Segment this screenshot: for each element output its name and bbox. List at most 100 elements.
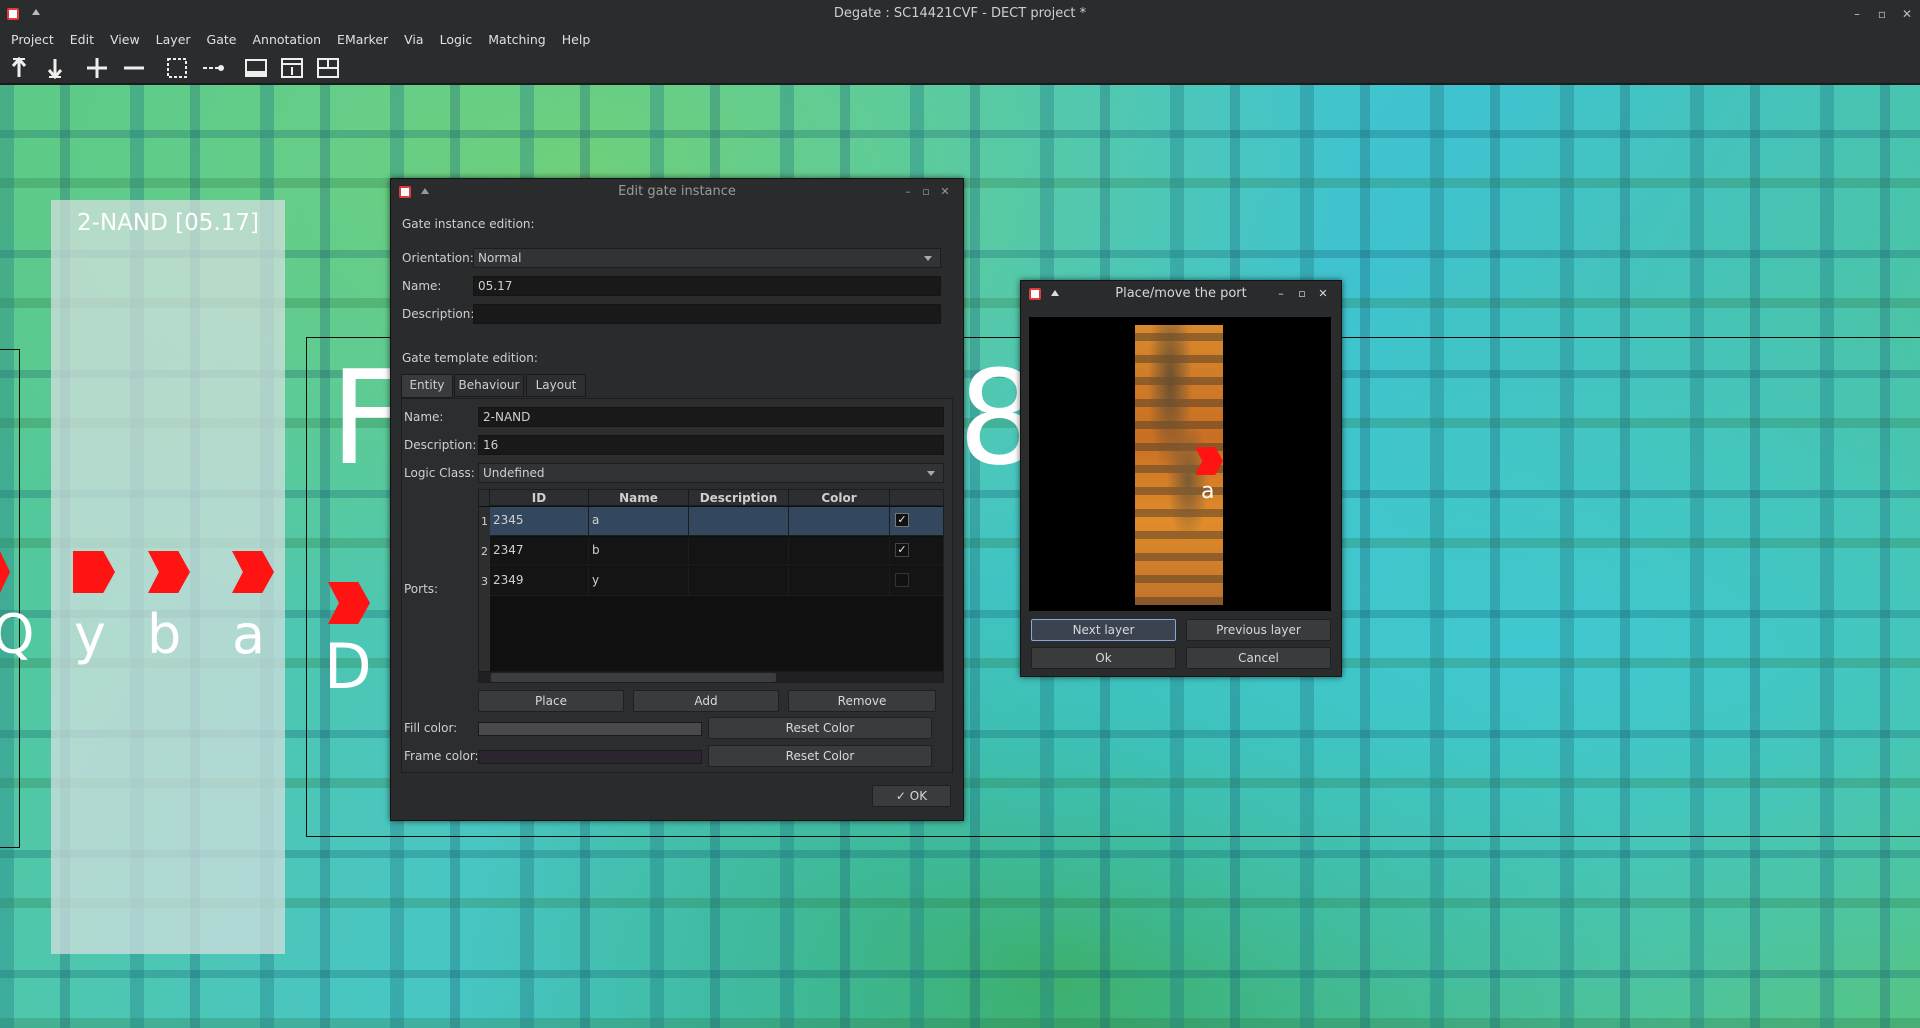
- port-check-cell[interactable]: ✓: [890, 507, 943, 536]
- port-name-cell[interactable]: a: [589, 507, 689, 536]
- port-checkbox[interactable]: [895, 573, 909, 587]
- entity-tab-panel: Name: 2-NAND Description: 16 Logic Class…: [401, 398, 953, 773]
- remove-port-button[interactable]: Remove: [788, 690, 936, 712]
- template-description-label: Description:: [404, 438, 477, 452]
- wire-tool-icon[interactable]: [200, 56, 226, 80]
- port-id-cell[interactable]: 2349: [490, 567, 589, 596]
- logic-class-select[interactable]: Undefined: [478, 463, 944, 483]
- horizontal-scrollbar[interactable]: [479, 671, 943, 682]
- place-port-button[interactable]: Place: [478, 690, 624, 712]
- menu-help[interactable]: Help: [554, 28, 599, 52]
- port-name-cell[interactable]: y: [589, 567, 689, 596]
- maximize-icon[interactable]: ▫: [1293, 281, 1311, 307]
- column-header-color[interactable]: Color: [789, 490, 890, 506]
- menu-logic[interactable]: Logic: [432, 28, 481, 52]
- gate-label: 2-NAND [05.17]: [77, 210, 259, 236]
- close-icon[interactable]: ✕: [1314, 281, 1332, 307]
- minimize-icon[interactable]: –: [899, 179, 917, 205]
- next-layer-button[interactable]: Next layer: [1031, 619, 1176, 641]
- ok-button[interactable]: Ok: [1031, 647, 1176, 669]
- dialog-titlebar: Edit gate instance – ▫ ✕: [391, 179, 963, 205]
- cancel-button[interactable]: Cancel: [1186, 647, 1331, 669]
- corner-cell: [479, 490, 490, 506]
- menu-layer[interactable]: Layer: [148, 28, 199, 52]
- menu-matching[interactable]: Matching: [480, 28, 553, 52]
- template-description-field[interactable]: 16: [478, 435, 944, 455]
- menu-via[interactable]: Via: [396, 28, 431, 52]
- column-header-description[interactable]: Description: [689, 490, 789, 506]
- layer-up-icon[interactable]: [6, 56, 32, 80]
- port-color-cell[interactable]: [789, 567, 890, 596]
- layout-icon[interactable]: [315, 56, 341, 80]
- port-color-cell[interactable]: [789, 507, 890, 536]
- menu-gate[interactable]: Gate: [199, 28, 245, 52]
- instance-description-label: Description:: [402, 307, 475, 321]
- app-icon: [399, 186, 411, 198]
- instance-name-field[interactable]: 05.17: [473, 276, 941, 296]
- gate-template-section-label: Gate template edition:: [402, 351, 538, 365]
- row-number: 2: [479, 537, 490, 567]
- template-icon[interactable]: [279, 56, 305, 80]
- table-row[interactable]: 2 2347 b ✓: [479, 537, 943, 567]
- menu-bar: Project Edit View Layer Gate Annotation EMarke…: [0, 28, 1920, 52]
- layer-down-icon[interactable]: [42, 56, 68, 80]
- add-port-button[interactable]: Add: [633, 690, 779, 712]
- tab-layout[interactable]: Layout: [526, 374, 586, 397]
- keep-above-icon[interactable]: [32, 9, 40, 15]
- close-icon[interactable]: ✕: [1897, 0, 1917, 28]
- port-check-cell[interactable]: [890, 567, 943, 596]
- port-preview-label: a: [1201, 479, 1215, 504]
- menu-annotation[interactable]: Annotation: [244, 28, 329, 52]
- port-description-cell[interactable]: [689, 537, 789, 566]
- port-color-cell[interactable]: [789, 537, 890, 566]
- tab-entity[interactable]: Entity: [401, 374, 453, 398]
- table-row[interactable]: 1 2345 a ✓: [479, 507, 943, 537]
- menu-view[interactable]: View: [102, 28, 148, 52]
- instance-description-field[interactable]: [473, 304, 941, 324]
- port-checkbox[interactable]: ✓: [895, 543, 909, 557]
- port-check-cell[interactable]: ✓: [890, 537, 943, 566]
- select-area-icon[interactable]: [164, 56, 190, 80]
- port-checkbox[interactable]: ✓: [895, 513, 909, 527]
- port-label-a: a: [232, 603, 266, 666]
- column-header-name[interactable]: Name: [589, 490, 689, 506]
- reset-frame-color-button[interactable]: Reset Color: [708, 745, 932, 767]
- port-description-cell[interactable]: [689, 507, 789, 536]
- logic-class-label: Logic Class:: [404, 466, 475, 480]
- maximize-icon[interactable]: ▫: [1872, 0, 1892, 28]
- port-description-cell[interactable]: [689, 567, 789, 596]
- fill-color-swatch[interactable]: [478, 722, 702, 736]
- column-header-id[interactable]: ID: [490, 490, 589, 506]
- zoom-in-icon[interactable]: [84, 56, 110, 80]
- menu-edit[interactable]: Edit: [62, 28, 102, 52]
- maximize-icon[interactable]: ▫: [917, 179, 935, 205]
- port-id-cell[interactable]: 2347: [490, 537, 589, 566]
- minimize-icon[interactable]: –: [1847, 0, 1867, 28]
- minimize-icon[interactable]: –: [1272, 281, 1290, 307]
- ok-button[interactable]: ✓ OK: [872, 785, 951, 807]
- keep-above-icon[interactable]: [1051, 290, 1059, 296]
- table-row[interactable]: 3 2349 y: [479, 567, 943, 597]
- orientation-select[interactable]: Normal: [473, 248, 941, 268]
- check-icon: ✓: [895, 789, 906, 803]
- ports-table: ID Name Description Color 1 2345 a ✓ 2 2…: [478, 489, 944, 683]
- menu-project[interactable]: Project: [0, 28, 62, 52]
- port-name-cell[interactable]: b: [589, 537, 689, 566]
- port-preview-canvas[interactable]: a: [1029, 317, 1331, 611]
- keep-above-icon[interactable]: [421, 188, 429, 194]
- port-id-cell[interactable]: 2345: [490, 507, 589, 536]
- zoom-out-icon[interactable]: [121, 56, 147, 80]
- reset-fill-color-button[interactable]: Reset Color: [708, 717, 932, 739]
- port-label-d: D: [324, 630, 372, 703]
- menu-emarker[interactable]: EMarker: [329, 28, 396, 52]
- port-label-b: b: [147, 603, 182, 666]
- scrollbar-thumb[interactable]: [491, 673, 776, 682]
- port-label-y: y: [74, 603, 106, 666]
- close-icon[interactable]: ✕: [936, 179, 954, 205]
- gate-instance-section-label: Gate instance edition:: [402, 217, 535, 231]
- previous-layer-button[interactable]: Previous layer: [1186, 619, 1331, 641]
- tab-behaviour[interactable]: Behaviour: [454, 374, 524, 397]
- view-icon[interactable]: [243, 56, 269, 80]
- frame-color-swatch[interactable]: [478, 750, 702, 764]
- template-name-field[interactable]: 2-NAND: [478, 407, 944, 427]
